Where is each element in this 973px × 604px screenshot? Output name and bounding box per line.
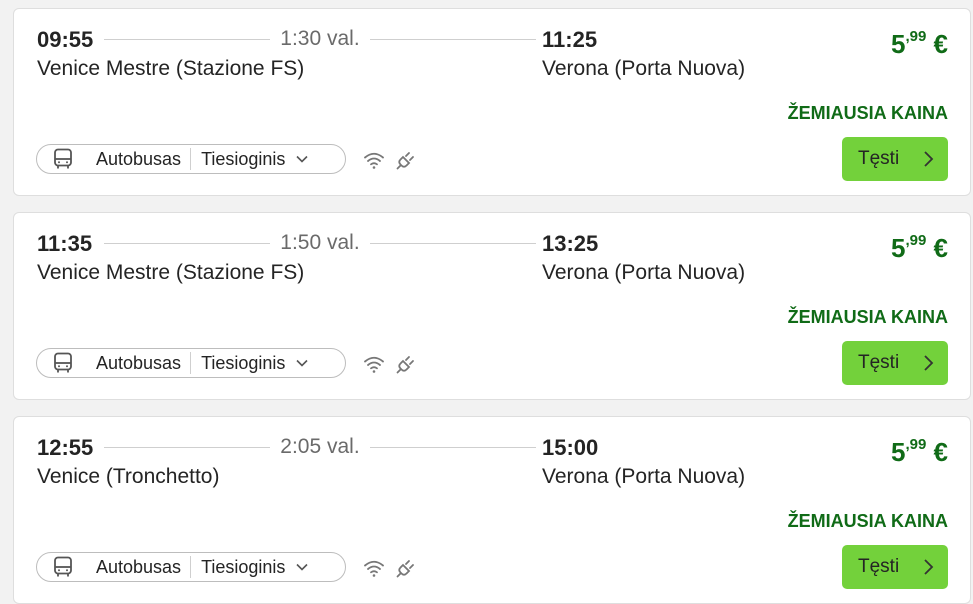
continue-button-label: Tęsti: [858, 556, 900, 577]
chevron-down-icon: [295, 356, 309, 370]
trip-duration: 1:50 val.: [280, 231, 360, 254]
price-cents: ,99: [905, 232, 927, 250]
arrival-time: 13:25: [542, 231, 599, 256]
bus-icon: [51, 555, 75, 579]
wifi-icon: [362, 556, 386, 580]
connection-type: Tiesioginis: [201, 556, 286, 577]
transport-type: Autobusas: [96, 556, 182, 577]
timeline-divider: [104, 39, 270, 40]
price-cents: ,99: [905, 436, 927, 454]
departure-time: 12:55: [37, 435, 94, 460]
arrival-time: 15:00: [542, 435, 599, 460]
departure-station: Venice (Tronchetto): [37, 465, 220, 488]
bus-icon: [51, 351, 75, 375]
trip-duration: 1:30 val.: [280, 27, 360, 50]
trip-price: 5,99 €: [890, 232, 948, 264]
trip-card[interactable]: 12:55 2:05 val. 15:00 Venice (Tronchetto…: [13, 416, 971, 604]
pill-divider: [190, 556, 192, 578]
connection-type: Tiesioginis: [201, 148, 286, 169]
arrival-time: 11:25: [542, 27, 598, 52]
trip-card[interactable]: 11:35 1:50 val. 13:25 Venice Mestre (Sta…: [13, 212, 971, 400]
continue-button[interactable]: Tęsti: [842, 137, 948, 181]
arrival-station: Verona (Porta Nuova): [542, 57, 746, 80]
chevron-right-icon: [920, 149, 936, 169]
chevron-down-icon: [295, 560, 309, 574]
power-plug-icon: [394, 148, 418, 172]
transport-type: Autobusas: [96, 148, 182, 169]
wifi-icon: [362, 148, 386, 172]
power-plug-icon: [394, 556, 418, 580]
timeline-divider: [104, 447, 270, 448]
pill-divider: [190, 352, 192, 374]
chevron-right-icon: [920, 353, 936, 373]
departure-station: Venice Mestre (Stazione FS): [37, 261, 305, 284]
lowest-price-badge: ŽEMIAUSIA KAINA: [787, 511, 948, 531]
price-currency: €: [933, 437, 948, 467]
price-main: 5: [890, 29, 906, 59]
trip-price: 5,99 €: [890, 28, 948, 60]
continue-button[interactable]: Tęsti: [842, 341, 948, 385]
connection-type: Tiesioginis: [201, 352, 286, 373]
arrival-station: Verona (Porta Nuova): [542, 465, 746, 488]
continue-button-label: Tęsti: [858, 352, 900, 373]
timeline-divider: [370, 447, 536, 448]
trip-price: 5,99 €: [890, 436, 948, 468]
wifi-icon: [362, 352, 386, 376]
timeline-divider: [370, 243, 536, 244]
price-main: 5: [890, 437, 906, 467]
price-cents: ,99: [905, 28, 927, 46]
arrival-station: Verona (Porta Nuova): [542, 261, 746, 284]
transport-type: Autobusas: [96, 352, 182, 373]
continue-button[interactable]: Tęsti: [842, 545, 948, 589]
trip-duration: 2:05 val.: [280, 435, 360, 458]
lowest-price-badge: ŽEMIAUSIA KAINA: [787, 103, 948, 123]
lowest-price-badge: ŽEMIAUSIA KAINA: [787, 307, 948, 327]
departure-time: 09:55: [37, 27, 94, 52]
power-plug-icon: [394, 352, 418, 376]
price-currency: €: [933, 29, 948, 59]
bus-icon: [51, 147, 75, 171]
price-main: 5: [890, 233, 906, 263]
chevron-right-icon: [920, 557, 936, 577]
trip-card[interactable]: 09:55 1:30 val. 11:25 Venice Mestre (Sta…: [13, 8, 971, 196]
continue-button-label: Tęsti: [858, 148, 900, 169]
timeline-divider: [370, 39, 536, 40]
transport-details-toggle[interactable]: Autobusas Tiesioginis: [36, 552, 346, 582]
timeline-divider: [104, 243, 270, 244]
departure-time: 11:35: [37, 231, 93, 256]
chevron-down-icon: [295, 152, 309, 166]
transport-details-toggle[interactable]: Autobusas Tiesioginis: [36, 144, 346, 174]
pill-divider: [190, 148, 192, 170]
price-currency: €: [933, 233, 948, 263]
transport-details-toggle[interactable]: Autobusas Tiesioginis: [36, 348, 346, 378]
departure-station: Venice Mestre (Stazione FS): [37, 57, 305, 80]
